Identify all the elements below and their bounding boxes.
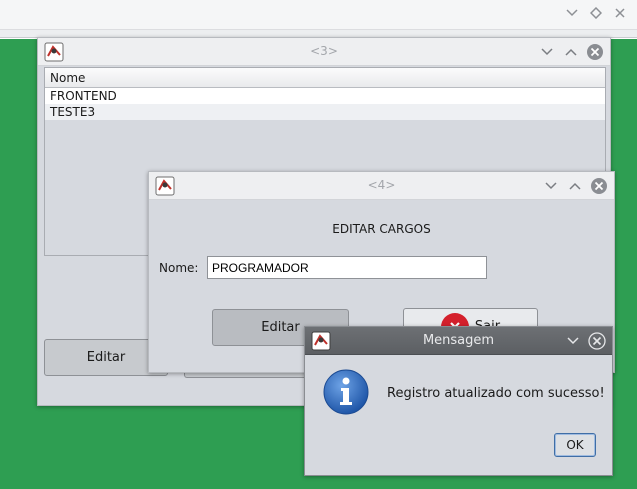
dialog-body: Registro atualizado com sucesso! OK <box>305 355 612 475</box>
name-label: Nome: <box>159 261 199 275</box>
table-header-nome[interactable]: Nome <box>45 68 605 88</box>
table-row[interactable]: TESTE3 <box>45 104 605 120</box>
maximize-icon[interactable] <box>562 42 580 62</box>
close-icon[interactable] <box>588 331 606 351</box>
window-3-title: <3> <box>310 44 338 58</box>
dialog-message: Registro atualizado com sucesso! <box>387 386 605 401</box>
close-icon[interactable] <box>590 176 608 196</box>
diamond-icon[interactable] <box>589 6 603 20</box>
minimize-icon[interactable] <box>542 176 560 196</box>
desktop-top-controls <box>565 6 627 20</box>
window-3-titlebar[interactable]: <3> <box>38 38 610 66</box>
info-icon <box>323 369 369 415</box>
table-row[interactable]: FRONTEND <box>45 88 605 104</box>
page-title: EDITAR CARGOS <box>332 222 431 236</box>
chevron-down-icon[interactable] <box>564 331 582 351</box>
name-field[interactable] <box>207 256 487 279</box>
chevron-down-icon[interactable] <box>565 6 579 20</box>
ok-button[interactable]: OK <box>554 433 596 457</box>
desktop-top-bar <box>0 0 637 30</box>
minimize-icon[interactable] <box>538 42 556 62</box>
maximize-icon[interactable] <box>566 176 584 196</box>
close-icon[interactable] <box>613 6 627 20</box>
message-dialog: Mensagem Registro atualizado com sucesso… <box>304 326 613 476</box>
dialog-titlebar[interactable]: Mensagem <box>305 327 612 355</box>
window-4-titlebar[interactable]: <4> <box>149 172 614 200</box>
close-icon[interactable] <box>586 42 604 62</box>
